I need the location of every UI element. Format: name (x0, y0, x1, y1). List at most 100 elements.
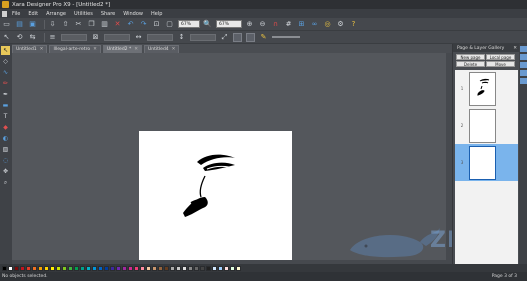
gallery-tab-icon[interactable] (519, 78, 527, 84)
close-icon[interactable]: ✕ (40, 47, 44, 52)
copy-icon[interactable]: ❐ (87, 20, 96, 29)
help-icon[interactable]: ? (349, 20, 358, 29)
color-swatch[interactable] (128, 265, 133, 271)
gallery-tab-icon[interactable] (519, 54, 527, 60)
tab-illegal-arte-retro[interactable]: Illegal-arte-retro ✕ (49, 45, 101, 53)
menu-window[interactable]: Window (123, 11, 143, 17)
lock-icon[interactable]: ⊠ (91, 33, 100, 42)
menu-arrange[interactable]: Arrange (46, 11, 66, 17)
tab-untitled4[interactable]: Untitled4 ✕ (144, 45, 180, 53)
arrow-select-icon[interactable]: ↖ (2, 33, 11, 42)
color-swatch[interactable] (152, 265, 157, 271)
scale-icon[interactable]: ⤢ (220, 33, 229, 42)
delete-icon[interactable]: ✕ (113, 20, 122, 29)
color-swatch[interactable] (176, 265, 181, 271)
scale-lines-button[interactable] (246, 32, 255, 42)
color-swatch[interactable] (8, 265, 13, 271)
color-swatch[interactable] (62, 265, 67, 271)
page-thumbnail[interactable] (469, 71, 496, 106)
page-thumbnail[interactable] (469, 108, 496, 143)
height-field[interactable] (190, 33, 216, 41)
color-swatch[interactable] (50, 265, 55, 271)
gallery-tab-icon[interactable] (519, 70, 527, 76)
list-item[interactable]: 1 (455, 70, 518, 107)
pen-tool-icon[interactable]: ✒ (1, 90, 10, 99)
color-swatch[interactable] (224, 265, 229, 271)
color-swatch[interactable] (2, 265, 7, 271)
import-icon[interactable]: ⇩ (48, 20, 57, 29)
transform-button[interactable] (233, 32, 242, 42)
color-swatch[interactable] (212, 265, 217, 271)
new-page-button[interactable]: New page (456, 54, 485, 60)
move-page-button[interactable]: Move (486, 61, 515, 67)
color-swatch[interactable] (164, 265, 169, 271)
shape-tool-icon[interactable]: ▬ (1, 101, 10, 110)
cut-icon[interactable]: ✂ (74, 20, 83, 29)
color-swatch[interactable] (206, 265, 211, 271)
selector-tool-icon[interactable]: ↖ (1, 46, 10, 55)
preview-icon[interactable]: ◎ (323, 20, 332, 29)
list-item[interactable]: 3 (455, 144, 518, 181)
snap-icon[interactable]: ✎ (259, 33, 268, 42)
transparency-tool-icon[interactable]: ◐ (1, 134, 10, 143)
zoom-fit-icon[interactable]: ⊡ (152, 20, 161, 29)
color-swatch[interactable] (26, 265, 31, 271)
tab-untitled1[interactable]: Untitled1 ✕ (12, 45, 48, 53)
grid-icon[interactable]: # (284, 20, 293, 29)
color-swatch[interactable] (104, 265, 109, 271)
node-tool-icon[interactable]: ◇ (1, 57, 10, 66)
gallery-tab-icon[interactable] (519, 46, 527, 52)
color-swatch[interactable] (158, 265, 163, 271)
zoom-out-icon[interactable]: ⊖ (258, 20, 267, 29)
height-icon[interactable]: ↕ (177, 33, 186, 42)
local-page-button[interactable]: Local page (486, 54, 515, 60)
color-swatch[interactable] (188, 265, 193, 271)
redo-icon[interactable]: ↷ (139, 20, 148, 29)
zoom-value-field[interactable]: 67% (216, 20, 242, 28)
color-swatch[interactable] (92, 265, 97, 271)
gallery-tab-icon[interactable] (519, 62, 527, 68)
menu-edit[interactable]: Edit (28, 11, 38, 17)
color-swatch[interactable] (44, 265, 49, 271)
magnet-icon[interactable]: ∩ (271, 20, 280, 29)
color-swatch[interactable] (80, 265, 85, 271)
width-field[interactable] (147, 33, 173, 41)
text-tool-icon[interactable]: T (1, 112, 10, 121)
zoom-tool-icon[interactable]: ⌕ (1, 178, 10, 187)
color-swatch[interactable] (230, 265, 235, 271)
color-swatch[interactable] (56, 265, 61, 271)
color-swatch[interactable] (98, 265, 103, 271)
color-swatch[interactable] (32, 265, 37, 271)
document-icon[interactable] (2, 10, 7, 17)
undo-icon[interactable]: ↶ (126, 20, 135, 29)
color-swatch[interactable] (20, 265, 25, 271)
rotation-slider[interactable] (272, 36, 300, 38)
fullscreen-icon[interactable]: ▢ (165, 20, 174, 29)
push-tool-icon[interactable]: ✥ (1, 167, 10, 176)
save-icon[interactable]: ▣ (28, 20, 37, 29)
color-swatch[interactable] (68, 265, 73, 271)
freehand-tool-icon[interactable]: ∿ (1, 68, 10, 77)
color-swatch[interactable] (38, 265, 43, 271)
fill-tool-icon[interactable]: ◆ (1, 123, 10, 132)
delete-page-button[interactable]: Delete (456, 61, 485, 67)
zoom-icon[interactable]: 🔍 (203, 20, 212, 29)
position-y-field[interactable] (104, 33, 130, 41)
face-drawing[interactable] (139, 131, 292, 260)
menu-file[interactable]: File (12, 11, 20, 17)
open-folder-icon[interactable]: ▤ (15, 20, 24, 29)
list-item[interactable]: 2 (455, 107, 518, 144)
link-icon[interactable]: ∞ (310, 20, 319, 29)
color-swatch[interactable] (110, 265, 115, 271)
close-icon[interactable]: ✕ (134, 47, 138, 52)
color-swatch[interactable] (140, 265, 145, 271)
tab-untitled2[interactable]: Untitled2 * ✕ (102, 45, 142, 53)
close-icon[interactable]: ✕ (93, 47, 97, 52)
flip-icon[interactable]: ⇆ (28, 33, 37, 42)
color-swatch[interactable] (182, 265, 187, 271)
align-icon[interactable]: ≡ (48, 33, 57, 42)
rotate-icon[interactable]: ⟲ (15, 33, 24, 42)
close-icon[interactable]: ✕ (172, 47, 176, 52)
paste-icon[interactable]: ▥ (100, 20, 109, 29)
color-swatch[interactable] (14, 265, 19, 271)
